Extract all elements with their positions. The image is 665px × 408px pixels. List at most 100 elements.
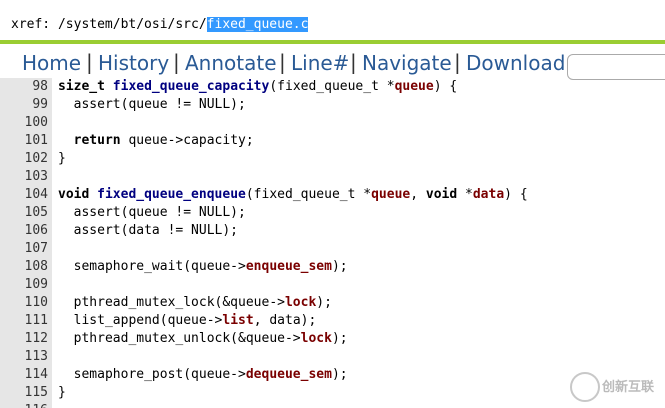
nav-separator: | xyxy=(279,50,286,74)
line-number[interactable]: 114 xyxy=(25,367,48,382)
code-line: 105 assert(queue != NULL); xyxy=(0,204,665,222)
logo-icon xyxy=(570,372,600,402)
line-gutter: 112 xyxy=(0,330,52,348)
line-number[interactable]: 116 xyxy=(25,403,48,408)
line-number[interactable]: 101 xyxy=(25,133,48,148)
line-gutter: 105 xyxy=(0,204,52,222)
code-line: 111 list_append(queue->list, data); xyxy=(0,312,665,330)
code-line: 103 xyxy=(0,168,665,186)
nav-home-link[interactable]: Home xyxy=(22,51,81,75)
code-text: assert(queue != NULL); xyxy=(58,97,246,112)
line-gutter: 106 xyxy=(0,222,52,240)
nav-navigate-link[interactable]: Navigate xyxy=(362,51,452,75)
code-text: void fixed_queue_enqueue(fixed_queue_t *… xyxy=(58,187,528,202)
identifier[interactable]: queue xyxy=(371,187,410,202)
line-gutter: 114 xyxy=(0,366,52,384)
line-number[interactable]: 99 xyxy=(32,97,48,112)
line-gutter: 100 xyxy=(0,114,52,132)
code-line: 98 size_t fixed_queue_capacity(fixed_queu… xyxy=(0,78,665,96)
line-gutter: 109 xyxy=(0,276,52,294)
line-number[interactable]: 102 xyxy=(25,151,48,166)
xref-bar: xref: /system/bt/osi/src/fixed_queue.c xyxy=(0,0,665,42)
identifier[interactable]: lock xyxy=(301,331,332,346)
nav-line-link[interactable]: Line# xyxy=(291,51,349,75)
function-name[interactable]: fixed_queue_capacity xyxy=(113,79,270,94)
line-number[interactable]: 103 xyxy=(25,169,48,184)
line-gutter: 116 xyxy=(0,402,52,408)
code-text: list_append(queue->list, data); xyxy=(58,313,317,328)
line-gutter: 115 xyxy=(0,384,52,402)
code-text: } xyxy=(58,385,66,400)
line-gutter: 110 xyxy=(0,294,52,312)
nav-separator: | xyxy=(173,50,180,74)
code-line: 112 pthread_mutex_unlock(&queue->lock); xyxy=(0,330,665,348)
nav-separator: | xyxy=(454,50,461,74)
code-line: 107 xyxy=(0,240,665,258)
source-code-view: 98 size_t fixed_queue_capacity(fixed_queu… xyxy=(0,78,665,408)
code-line: 104 void fixed_queue_enqueue(fixed_queue_… xyxy=(0,186,665,204)
line-gutter: 98 xyxy=(0,78,52,96)
line-gutter: 108 xyxy=(0,258,52,276)
identifier[interactable]: dequeue_sem xyxy=(246,367,332,382)
identifier[interactable]: list xyxy=(222,313,253,328)
code-text: pthread_mutex_unlock(&queue->lock); xyxy=(58,331,348,346)
code-text: semaphore_post(queue->dequeue_sem); xyxy=(58,367,348,382)
line-number[interactable]: 104 xyxy=(25,187,48,202)
line-number[interactable]: 108 xyxy=(25,259,48,274)
identifier[interactable]: queue xyxy=(395,79,434,94)
line-number[interactable]: 110 xyxy=(25,295,48,310)
xref-path: xref: /system/bt/osi/src/fixed_queue.c xyxy=(11,17,309,32)
identifier[interactable]: data xyxy=(473,187,504,202)
code-text: } xyxy=(58,151,66,166)
line-number[interactable]: 100 xyxy=(25,115,48,130)
line-number[interactable]: 111 xyxy=(25,313,48,328)
xref-prefix: xref: /system/bt/osi/src/ xyxy=(11,17,207,32)
function-name[interactable]: fixed_queue_enqueue xyxy=(97,187,246,202)
code-text: pthread_mutex_lock(&queue->lock); xyxy=(58,295,332,310)
xref-selected-file[interactable]: fixed_queue.c xyxy=(206,17,309,32)
search-input[interactable] xyxy=(567,54,665,80)
keyword: void xyxy=(425,187,458,202)
line-number[interactable]: 106 xyxy=(25,223,48,238)
line-gutter: 102 xyxy=(0,150,52,168)
nav-separator: | xyxy=(86,50,93,74)
line-gutter: 104 xyxy=(0,186,52,204)
code-line: 101 return queue->capacity; xyxy=(0,132,665,150)
code-line: 108 semaphore_wait(queue->enqueue_sem); xyxy=(0,258,665,276)
code-line: 99 assert(queue != NULL); xyxy=(0,96,665,114)
code-line: 113 xyxy=(0,348,665,366)
keyword: return xyxy=(73,133,121,148)
nav-download-link[interactable]: Download xyxy=(466,51,565,75)
code-line: 100 xyxy=(0,114,665,132)
line-gutter: 99 xyxy=(0,96,52,114)
code-text: size_t fixed_queue_capacity(fixed_queue_… xyxy=(58,79,458,94)
nav-history-link[interactable]: History xyxy=(98,51,169,75)
line-number[interactable]: 115 xyxy=(25,385,48,400)
line-gutter: 107 xyxy=(0,240,52,258)
line-number[interactable]: 113 xyxy=(25,349,48,364)
identifier[interactable]: enqueue_sem xyxy=(246,259,332,274)
code-line: 106 assert(data != NULL); xyxy=(0,222,665,240)
identifier[interactable]: lock xyxy=(285,295,316,310)
line-gutter: 111 xyxy=(0,312,52,330)
code-text: semaphore_wait(queue->enqueue_sem); xyxy=(58,259,348,274)
line-gutter: 101 xyxy=(0,132,52,150)
line-number[interactable]: 109 xyxy=(25,277,48,292)
code-text: return queue->capacity; xyxy=(73,133,254,148)
nav-annotate-link[interactable]: Annotate xyxy=(185,51,277,75)
watermark-text: 创新互联 xyxy=(602,380,655,395)
line-number[interactable]: 98 xyxy=(32,79,48,94)
line-number[interactable]: 112 xyxy=(25,331,48,346)
line-number[interactable]: 105 xyxy=(25,205,48,220)
code-text: assert(queue != NULL); xyxy=(58,205,246,220)
code-line: 102} xyxy=(0,150,665,168)
line-number[interactable]: 107 xyxy=(25,241,48,256)
keyword: size_t xyxy=(58,79,105,94)
code-text: assert(data != NULL); xyxy=(58,223,239,238)
line-gutter: 113 xyxy=(0,348,52,366)
keyword: void xyxy=(58,187,90,202)
code-line: 110 pthread_mutex_lock(&queue->lock); xyxy=(0,294,665,312)
nav-separator: | xyxy=(350,50,357,74)
line-gutter: 103 xyxy=(0,168,52,186)
code-line: 109 xyxy=(0,276,665,294)
